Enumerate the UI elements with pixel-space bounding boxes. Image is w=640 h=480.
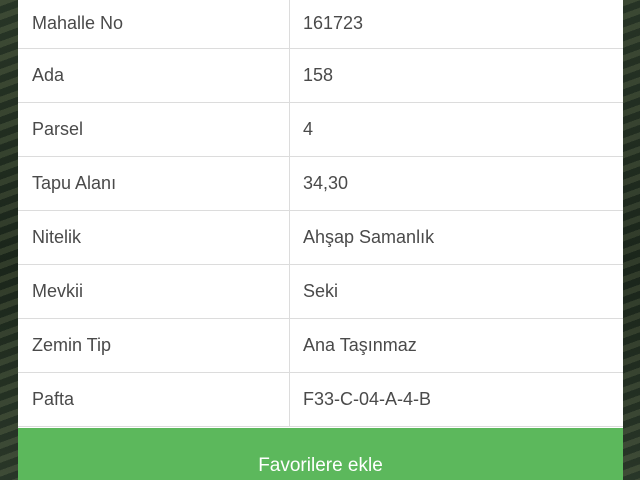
parcel-details-table: Mahalle No 161723 Ada 158 Parsel 4 Tapu …: [18, 0, 623, 427]
table-row: Pafta F33-C-04-A-4-B: [18, 372, 623, 427]
table-row: Tapu Alanı 34,30: [18, 156, 623, 211]
map-background-left: [0, 0, 18, 480]
mahalle-no-value: 161723: [289, 0, 623, 49]
tapu-alani-label: Tapu Alanı: [18, 156, 290, 211]
pafta-label: Pafta: [18, 372, 290, 427]
mahalle-no-label: Mahalle No: [18, 0, 290, 49]
map-background-right: [623, 0, 640, 480]
mevkii-value: Seki: [289, 264, 623, 319]
parcel-info-panel: Mahalle No 161723 Ada 158 Parsel 4 Tapu …: [18, 0, 623, 480]
zemin-tip-value: Ana Taşınmaz: [289, 318, 623, 373]
table-row: Ada 158: [18, 48, 623, 103]
parsel-label: Parsel: [18, 102, 290, 157]
table-row: Mevkii Seki: [18, 264, 623, 319]
ada-label: Ada: [18, 48, 290, 103]
table-row: Parsel 4: [18, 102, 623, 157]
ada-value: 158: [289, 48, 623, 103]
mevkii-label: Mevkii: [18, 264, 290, 319]
table-row: Mahalle No 161723: [18, 0, 623, 49]
table-row: Zemin Tip Ana Taşınmaz: [18, 318, 623, 373]
table-row: Nitelik Ahşap Samanlık: [18, 210, 623, 265]
add-to-favorites-button[interactable]: Favorilere ekle: [18, 428, 623, 480]
parsel-value: 4: [289, 102, 623, 157]
tapu-alani-value: 34,30: [289, 156, 623, 211]
pafta-value: F33-C-04-A-4-B: [289, 372, 623, 427]
zemin-tip-label: Zemin Tip: [18, 318, 290, 373]
nitelik-label: Nitelik: [18, 210, 290, 265]
nitelik-value: Ahşap Samanlık: [289, 210, 623, 265]
